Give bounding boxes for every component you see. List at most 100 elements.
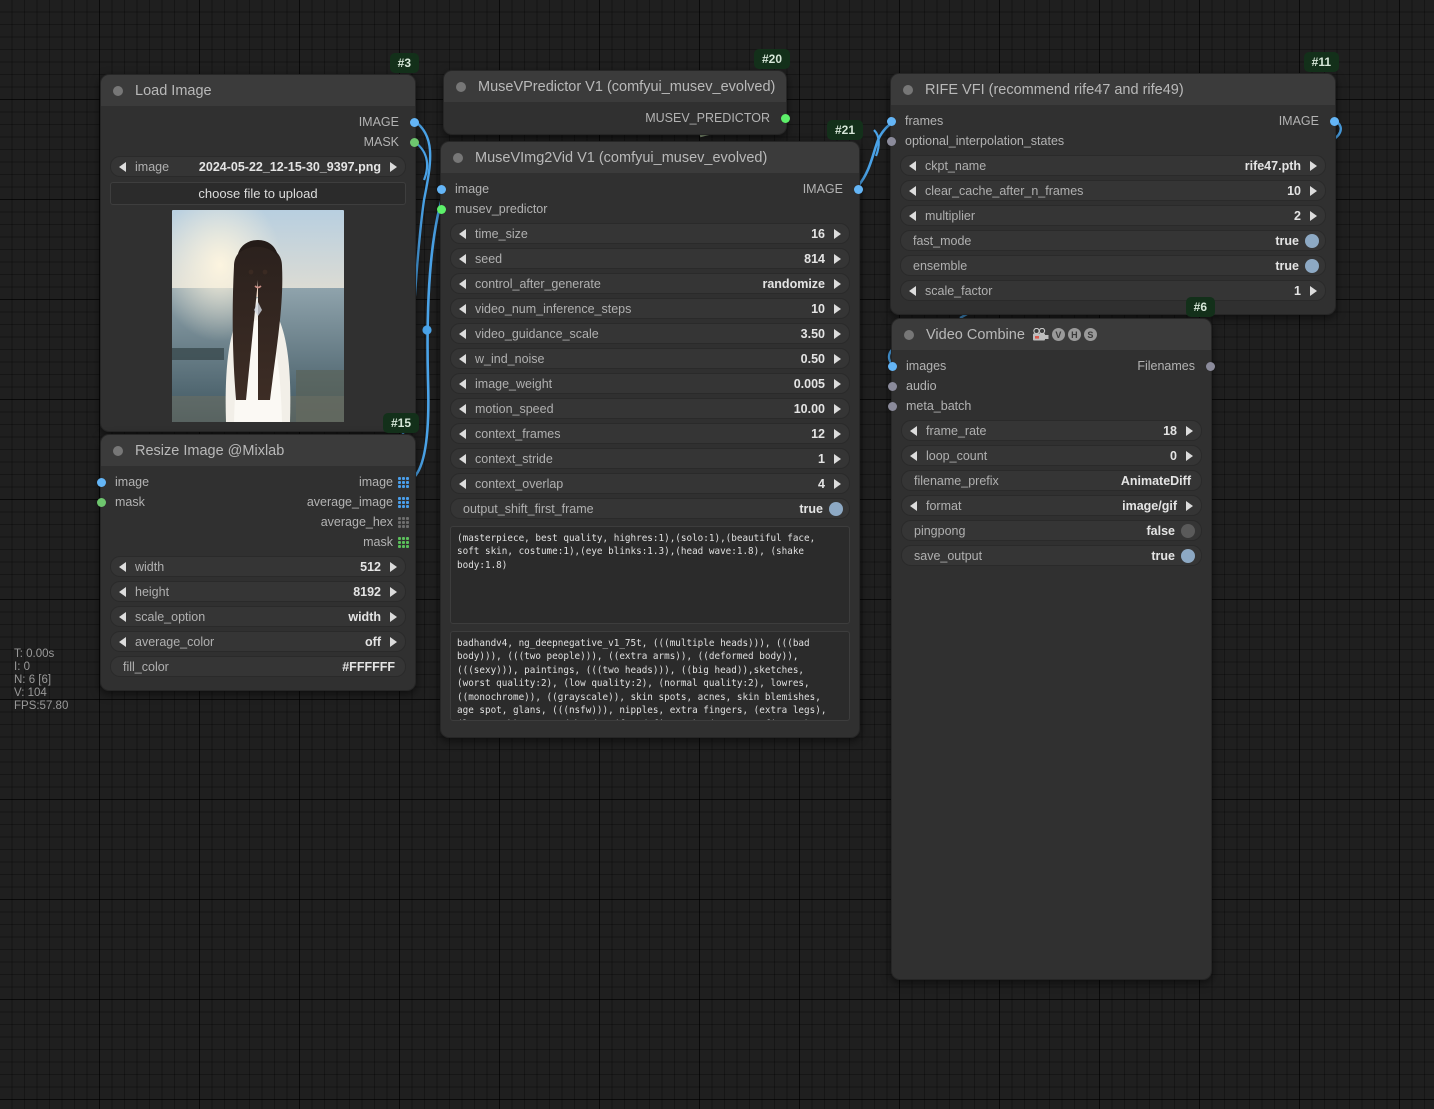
input-slot-audio[interactable]: audio bbox=[888, 376, 1211, 396]
chevron-right-icon[interactable] bbox=[834, 403, 841, 414]
chevron-right-icon[interactable] bbox=[1310, 160, 1317, 171]
input-dot-image-icon[interactable] bbox=[437, 184, 446, 194]
widget-multiplier[interactable]: multiplier 2 bbox=[900, 205, 1326, 226]
chevron-left-icon[interactable] bbox=[910, 500, 917, 511]
output-slot-musev-predictor[interactable]: MUSEV_PREDICTOR bbox=[444, 108, 790, 128]
widget-output-shift-first-frame[interactable]: output_shift_first_frame true bbox=[450, 498, 850, 519]
widget-height[interactable]: height 8192 bbox=[110, 581, 406, 602]
chevron-right-icon[interactable] bbox=[834, 303, 841, 314]
chevron-left-icon[interactable] bbox=[909, 210, 916, 221]
node-musev-predictor[interactable]: #20 MuseVPredictor V1 (comfyui_musev_evo… bbox=[443, 49, 790, 135]
output-grid-average-hex-icon[interactable] bbox=[398, 516, 409, 528]
io-row-image[interactable]: image image bbox=[97, 472, 415, 492]
collapse-dot-icon[interactable] bbox=[903, 84, 913, 95]
widget-w-ind-noise[interactable]: w_ind_noise 0.50 bbox=[450, 348, 850, 369]
widget-fast-mode[interactable]: fast_mode true bbox=[900, 230, 1326, 251]
widget-fill-color[interactable]: fill_color #FFFFFF bbox=[110, 656, 406, 677]
chevron-right-icon[interactable] bbox=[834, 228, 841, 239]
chevron-right-icon[interactable] bbox=[390, 636, 397, 647]
widget-context-overlap[interactable]: context_overlap 4 bbox=[450, 473, 850, 494]
io-row-mask[interactable]: mask average_image bbox=[97, 492, 415, 512]
chevron-right-icon[interactable] bbox=[834, 278, 841, 289]
node-header[interactable]: Video Combine V H S bbox=[892, 319, 1211, 350]
collapse-dot-icon[interactable] bbox=[456, 81, 466, 92]
output-slot-image[interactable]: IMAGE bbox=[101, 112, 419, 132]
chevron-left-icon[interactable] bbox=[459, 253, 466, 264]
input-slot-musev-predictor[interactable]: musev_predictor bbox=[437, 199, 859, 219]
widget-image[interactable]: image 2024-05-22_12-15-30_9397.png bbox=[110, 156, 406, 177]
output-dot-mask-icon[interactable] bbox=[410, 137, 419, 147]
chevron-right-icon[interactable] bbox=[390, 561, 397, 572]
chevron-left-icon[interactable] bbox=[119, 636, 126, 647]
negative-prompt-textarea[interactable]: badhandv4, ng_deepnegative_v1_75t, (((mu… bbox=[450, 631, 850, 721]
io-row-image[interactable]: image IMAGE bbox=[437, 179, 863, 199]
chevron-right-icon[interactable] bbox=[834, 353, 841, 364]
node-header[interactable]: Load Image bbox=[101, 75, 415, 106]
widget-ensemble[interactable]: ensemble true bbox=[900, 255, 1326, 276]
widget-loop-count[interactable]: loop_count 0 bbox=[901, 445, 1202, 466]
chevron-right-icon[interactable] bbox=[1186, 425, 1193, 436]
chevron-right-icon[interactable] bbox=[1310, 185, 1317, 196]
output-dot-image-icon[interactable] bbox=[410, 117, 419, 127]
widget-seed[interactable]: seed 814 bbox=[450, 248, 850, 269]
widget-frame-rate[interactable]: frame_rate 18 bbox=[901, 420, 1202, 441]
chevron-left-icon[interactable] bbox=[119, 561, 126, 572]
chevron-right-icon[interactable] bbox=[1310, 285, 1317, 296]
chevron-left-icon[interactable] bbox=[459, 428, 466, 439]
widget-save-output[interactable]: save_output true bbox=[901, 545, 1202, 566]
chevron-right-icon[interactable] bbox=[834, 478, 841, 489]
choose-file-to-upload-button[interactable]: choose file to upload bbox=[110, 182, 406, 205]
output-slot-average-hex[interactable]: average_hex bbox=[101, 512, 415, 532]
chevron-left-icon[interactable] bbox=[459, 378, 466, 389]
node-header[interactable]: MuseVPredictor V1 (comfyui_musev_evolved… bbox=[444, 71, 786, 102]
node-rife-vfi[interactable]: #11 RIFE VFI (recommend rife47 and rife4… bbox=[887, 52, 1339, 315]
chevron-left-icon[interactable] bbox=[459, 328, 466, 339]
toggle-icon[interactable] bbox=[829, 501, 843, 516]
node-musev-img2vid[interactable]: #21 MuseVImg2Vid V1 (comfyui_musev_evolv… bbox=[437, 120, 863, 738]
collapse-dot-icon[interactable] bbox=[453, 152, 463, 163]
io-row-frames[interactable]: frames IMAGE bbox=[887, 111, 1339, 131]
input-slot-optional-interpolation-states[interactable]: optional_interpolation_states bbox=[887, 131, 1335, 151]
output-slot-mask[interactable]: mask bbox=[101, 532, 415, 552]
widget-filename-prefix[interactable]: filename_prefix AnimateDiff bbox=[901, 470, 1202, 491]
toggle-icon[interactable] bbox=[1181, 548, 1195, 563]
chevron-left-icon[interactable] bbox=[459, 303, 466, 314]
widget-ckpt-name[interactable]: ckpt_name rife47.pth bbox=[900, 155, 1326, 176]
image-preview[interactable] bbox=[172, 210, 344, 422]
output-dot-filenames-icon[interactable] bbox=[1206, 361, 1215, 371]
widget-scale-factor[interactable]: scale_factor 1 bbox=[900, 280, 1326, 301]
widget-pingpong[interactable]: pingpong false bbox=[901, 520, 1202, 541]
toggle-icon[interactable] bbox=[1305, 233, 1319, 248]
chevron-right-icon[interactable] bbox=[1186, 450, 1193, 461]
input-dot-frames-icon[interactable] bbox=[887, 116, 896, 126]
input-dot-musev-predictor-icon[interactable] bbox=[437, 204, 446, 214]
output-grid-image-icon[interactable] bbox=[398, 476, 409, 488]
chevron-right-icon[interactable] bbox=[390, 611, 397, 622]
input-dot-mask-icon[interactable] bbox=[97, 497, 106, 507]
output-slot-mask[interactable]: MASK bbox=[101, 132, 419, 152]
node-header[interactable]: Resize Image @Mixlab bbox=[101, 435, 415, 466]
chevron-left-icon[interactable] bbox=[119, 611, 126, 622]
chevron-left-icon[interactable] bbox=[910, 425, 917, 436]
node-resize-image[interactable]: #15 Resize Image @Mixlab image image mas… bbox=[97, 413, 419, 691]
chevron-right-icon[interactable] bbox=[834, 328, 841, 339]
chevron-right-icon[interactable] bbox=[390, 586, 397, 597]
chevron-left-icon[interactable] bbox=[459, 453, 466, 464]
output-grid-average-image-icon[interactable] bbox=[398, 496, 409, 508]
io-row-images[interactable]: images Filenames bbox=[888, 356, 1215, 376]
collapse-dot-icon[interactable] bbox=[904, 329, 914, 340]
output-grid-mask-icon[interactable] bbox=[398, 536, 409, 548]
chevron-left-icon[interactable] bbox=[909, 160, 916, 171]
chevron-left-icon[interactable] bbox=[910, 450, 917, 461]
chevron-right-icon[interactable] bbox=[390, 161, 397, 172]
input-dot-optional-icon[interactable] bbox=[887, 136, 896, 146]
output-dot-image-icon[interactable] bbox=[1330, 116, 1339, 126]
chevron-left-icon[interactable] bbox=[909, 185, 916, 196]
chevron-left-icon[interactable] bbox=[909, 285, 916, 296]
chevron-right-icon[interactable] bbox=[834, 428, 841, 439]
toggle-icon[interactable] bbox=[1181, 523, 1195, 538]
chevron-left-icon[interactable] bbox=[119, 161, 126, 172]
chevron-left-icon[interactable] bbox=[459, 278, 466, 289]
node-header[interactable]: RIFE VFI (recommend rife47 and rife49) bbox=[891, 74, 1335, 105]
chevron-right-icon[interactable] bbox=[834, 253, 841, 264]
